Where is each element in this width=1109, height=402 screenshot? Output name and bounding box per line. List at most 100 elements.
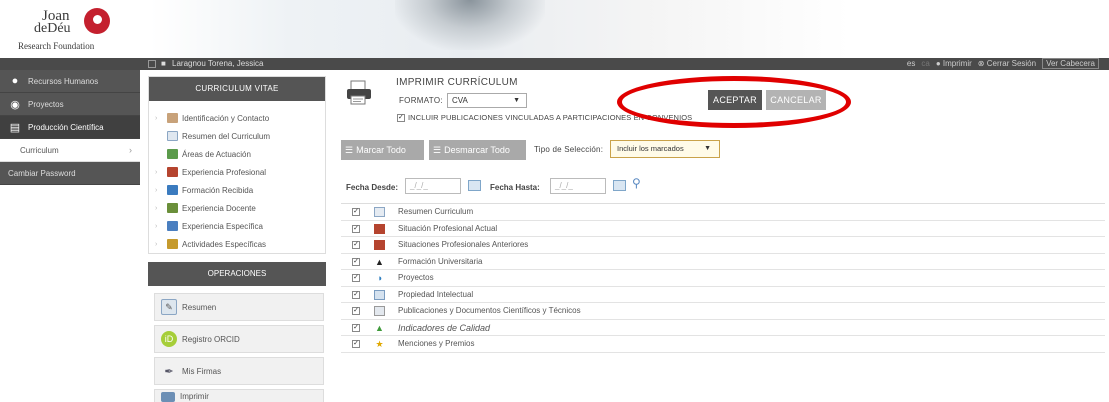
chevron-right-icon: › <box>155 186 158 194</box>
chevron-right-icon: › <box>155 240 158 248</box>
section-label: Proyectos <box>398 273 434 282</box>
cv-item-actividades-especificas[interactable]: › Actividades Específicas <box>155 235 325 253</box>
section-label: Menciones y Premios <box>398 339 475 348</box>
publications-icon <box>374 306 385 316</box>
section-label: Situaciones Profesionales Anteriores <box>398 240 529 249</box>
left-sidebar: ● Recursos Humanos ◉ Proyectos ▤ Producc… <box>0 70 140 185</box>
cv-item-identificacion[interactable]: › Identificación y Contacto <box>155 109 325 127</box>
section-label: Indicadores de Calidad <box>398 322 491 333</box>
date-to-input[interactable]: _/_/_ <box>550 178 606 194</box>
table-row: ✓ ◑ Proyectos <box>341 270 1105 287</box>
operations-title: OPERACIONES <box>148 262 326 286</box>
cv-item-label: Áreas de Actuación <box>182 149 251 159</box>
section-checkbox[interactable]: ✓ <box>352 274 360 282</box>
specific-icon <box>167 221 178 231</box>
cv-item-experiencia-profesional[interactable]: › Experiencia Profesional <box>155 163 325 181</box>
cv-item-label: Experiencia Docente <box>182 203 256 213</box>
unmark-all-button[interactable]: ☰ Desmarcar Todo <box>429 140 526 160</box>
op-resumen-button[interactable]: ✎ Resumen <box>154 293 324 321</box>
cv-item-label: Experiencia Profesional <box>182 167 267 177</box>
date-from-input[interactable]: _/_/_ <box>405 178 461 194</box>
table-row: ✓ Situaciones Profesionales Anteriores <box>341 237 1105 254</box>
include-publications-checkbox[interactable]: ✓ <box>397 113 405 122</box>
date-from-label: Fecha Desde: <box>346 183 399 192</box>
list-icon: ☰ <box>345 145 354 155</box>
table-row: ✓ ★ Menciones y Premios <box>341 336 1105 353</box>
unmark-all-label: Desmarcar Todo <box>444 145 510 155</box>
print-title: IMPRIMIR CURRÍCULUM <box>396 77 518 88</box>
user-icon: ● <box>11 75 19 87</box>
chevron-down-icon: ▼ <box>513 97 520 104</box>
cv-item-label: Identificación y Contacto <box>182 113 270 123</box>
collapse-icon[interactable] <box>148 60 156 68</box>
logout-link[interactable]: ⊗ Cerrar Sesión <box>978 58 1036 70</box>
curriculum-vitae-list: › Identificación y Contacto Resumen del C… <box>149 101 325 253</box>
cv-item-resumen[interactable]: Resumen del Curriculum <box>155 127 325 145</box>
sidebar-item-label: Curriculum <box>20 145 59 155</box>
cv-item-experiencia-docente[interactable]: › Experiencia Docente <box>155 199 325 217</box>
op-imprimir-button[interactable]: Imprimir <box>154 389 324 402</box>
chevron-down-icon: ▼ <box>704 145 711 152</box>
sidebar-item-proyectos[interactable]: ◉ Proyectos <box>0 93 140 116</box>
table-row: ✓ ▲ Indicadores de Calidad <box>341 320 1105 336</box>
lang-es[interactable]: es <box>907 58 915 70</box>
section-checkbox[interactable]: ✓ <box>352 307 360 315</box>
format-select[interactable]: CVA ▼ <box>447 93 527 108</box>
user-icon: ■ <box>161 59 166 68</box>
header-banner: Joan deDéu Research Foundation <box>0 0 1109 58</box>
calendar-icon[interactable] <box>468 180 481 191</box>
op-registro-orcid-button[interactable]: iD Registro ORCID <box>154 325 324 353</box>
sidebar-item-cambiar-password[interactable]: Cambiar Password <box>0 162 140 185</box>
activities-icon <box>167 239 178 249</box>
printer-icon <box>161 391 175 402</box>
chevron-right-icon: › <box>155 222 158 230</box>
search-icon[interactable]: ⚲ <box>632 176 641 190</box>
summary-edit-icon: ✎ <box>161 299 177 315</box>
sidebar-item-curriculum[interactable]: Curriculum › <box>0 139 140 162</box>
sidebar-item-label: Cambiar Password <box>8 168 76 178</box>
intellectual-property-icon <box>374 289 385 300</box>
op-mis-firmas-button[interactable]: ✒ Mis Firmas <box>154 357 324 385</box>
cv-item-areas[interactable]: Áreas de Actuación <box>155 145 325 163</box>
cv-item-formacion[interactable]: › Formación Recibida <box>155 181 325 199</box>
section-checkbox[interactable]: ✓ <box>352 241 360 249</box>
selection-type-value: Incluir los marcados <box>617 144 684 153</box>
education-icon <box>167 185 178 195</box>
top-bar: ■ Laragnou Torena, Jessica es ca ● Impri… <box>0 58 1109 70</box>
op-label: Registro ORCID <box>182 334 240 344</box>
section-checkbox[interactable]: ✓ <box>352 224 360 233</box>
sidebar-item-label: Proyectos <box>28 99 64 109</box>
op-label: Imprimir <box>180 392 209 401</box>
section-checkbox[interactable]: ✓ <box>352 323 360 332</box>
teaching-icon <box>167 203 178 213</box>
id-card-icon <box>167 113 178 123</box>
print-link[interactable]: ● Imprimir <box>936 58 972 70</box>
lang-ca[interactable]: ca <box>921 58 929 70</box>
selection-type-select[interactable]: Incluir los marcados ▼ <box>610 140 720 158</box>
printer-icon <box>347 80 371 105</box>
briefcase-icon <box>374 240 385 250</box>
date-to-label: Fecha Hasta: <box>490 183 540 192</box>
table-row: ✓ Resumen Curriculum <box>341 204 1105 221</box>
document-icon: ▤ <box>9 121 21 134</box>
graduation-cap-icon: ▲ <box>375 256 384 267</box>
section-checkbox[interactable]: ✓ <box>352 290 360 299</box>
mark-all-button[interactable]: ☰ Marcar Todo <box>341 140 424 160</box>
calendar-icon[interactable] <box>613 180 626 191</box>
briefcase-icon <box>374 223 385 234</box>
print-link-label: Imprimir <box>942 59 972 68</box>
sidebar-item-recursos-humanos[interactable]: ● Recursos Humanos <box>0 70 140 93</box>
sidebar-item-produccion-cientifica[interactable]: ▤ Producción Científica <box>0 116 140 139</box>
logo-mark-icon <box>84 8 110 34</box>
chevron-right-icon: › <box>155 168 158 176</box>
selection-type-label: Tipo de Selección: <box>534 145 604 154</box>
orcid-icon: iD <box>161 331 177 347</box>
section-checkbox[interactable]: ✓ <box>352 208 360 216</box>
section-checkbox[interactable]: ✓ <box>352 257 360 266</box>
cv-item-label: Formación Recibida <box>182 185 254 195</box>
ver-cabecera-button[interactable]: Ver Cabecera <box>1042 58 1099 69</box>
section-checkbox[interactable]: ✓ <box>352 340 360 348</box>
table-row: ✓ Situación Profesional Actual <box>341 221 1105 237</box>
cv-item-experiencia-especifica[interactable]: › Experiencia Específica <box>155 217 325 235</box>
star-icon: ★ <box>375 338 384 349</box>
